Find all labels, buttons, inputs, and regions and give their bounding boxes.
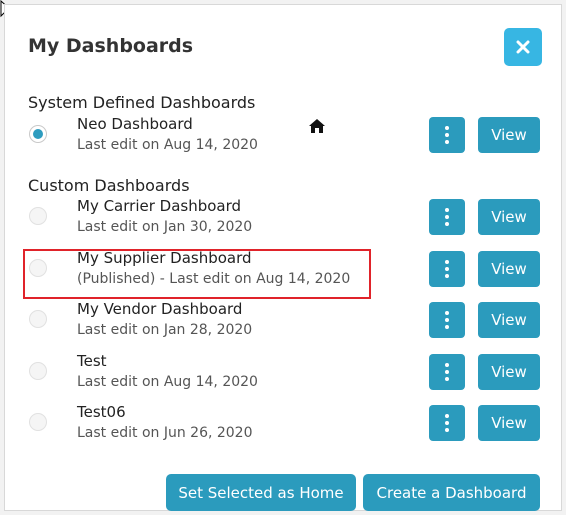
dashboard-radio[interactable] [29, 362, 47, 380]
dashboard-radio[interactable] [29, 207, 47, 225]
more-options-button[interactable] [429, 117, 465, 153]
section-custom-dashboards: Custom Dashboards [28, 176, 190, 195]
dashboard-row: My Vendor Dashboard Last edit on Jan 28,… [5, 297, 561, 343]
more-options-button[interactable] [429, 354, 465, 390]
highlight-box [23, 249, 371, 299]
section-system-dashboards: System Defined Dashboards [28, 93, 256, 112]
view-button[interactable]: View [478, 302, 540, 338]
create-dashboard-button[interactable]: Create a Dashboard [363, 474, 540, 511]
dashboard-row: Neo Dashboard Last edit on Aug 14, 2020 … [5, 112, 561, 158]
dashboard-name: Test06 [77, 403, 126, 421]
dashboard-name: Neo Dashboard [77, 115, 193, 133]
more-options-button[interactable] [429, 302, 465, 338]
more-options-button[interactable] [429, 251, 465, 287]
dashboard-name: My Carrier Dashboard [77, 197, 242, 215]
view-button[interactable]: View [478, 251, 540, 287]
dashboard-name: Test [77, 352, 107, 370]
dashboard-row: Test06 Last edit on Jun 26, 2020 View [5, 400, 561, 446]
dashboard-meta: Last edit on Aug 14, 2020 [77, 374, 258, 390]
dashboard-meta: Last edit on Jan 30, 2020 [77, 219, 253, 235]
home-icon [309, 119, 325, 133]
dashboard-meta: Last edit on Jan 28, 2020 [77, 322, 253, 338]
close-icon [516, 40, 530, 54]
more-options-button[interactable] [429, 199, 465, 235]
view-button[interactable]: View [478, 354, 540, 390]
dashboard-row: Test Last edit on Aug 14, 2020 View [5, 349, 561, 395]
dashboard-meta: Last edit on Aug 14, 2020 [77, 137, 258, 153]
my-dashboards-dialog: My Dashboards System Defined Dashboards … [4, 4, 562, 511]
view-button[interactable]: View [478, 405, 540, 441]
close-button[interactable] [504, 28, 542, 66]
dialog-title: My Dashboards [28, 35, 194, 57]
dashboard-radio[interactable] [29, 310, 47, 328]
view-button[interactable]: View [478, 117, 540, 153]
dashboard-radio[interactable] [29, 125, 47, 143]
dashboard-radio[interactable] [29, 413, 47, 431]
more-options-button[interactable] [429, 405, 465, 441]
view-button[interactable]: View [478, 199, 540, 235]
dashboard-name: My Vendor Dashboard [77, 300, 243, 318]
dashboard-row: My Carrier Dashboard Last edit on Jan 30… [5, 194, 561, 240]
set-selected-as-home-button[interactable]: Set Selected as Home [166, 474, 356, 511]
dashboard-meta: Last edit on Jun 26, 2020 [77, 425, 253, 441]
